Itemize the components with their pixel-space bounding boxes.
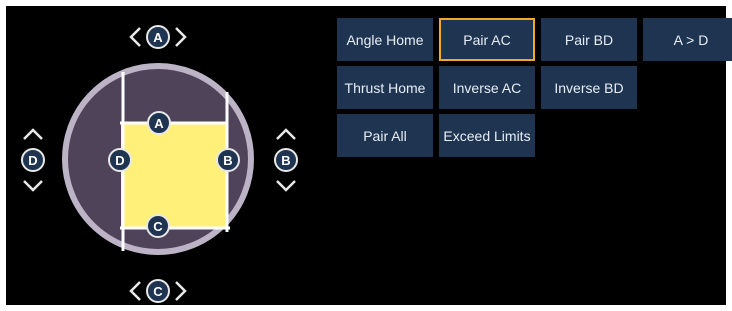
pair-all-button[interactable]: Pair All bbox=[337, 114, 433, 157]
pair-bd-button[interactable]: Pair BD bbox=[541, 18, 637, 61]
shutter-button-grid: Angle Home Pair AC Pair BD A > D Thrust … bbox=[337, 18, 732, 157]
angle-home-button[interactable]: Angle Home bbox=[337, 18, 433, 61]
inverse-ac-button[interactable]: Inverse AC bbox=[439, 66, 535, 109]
chevron-left-icon[interactable] bbox=[129, 281, 141, 301]
svg-text:C: C bbox=[153, 284, 163, 299]
chevron-right-icon[interactable] bbox=[175, 281, 187, 301]
svg-text:D: D bbox=[115, 153, 124, 168]
svg-text:A: A bbox=[154, 116, 164, 131]
beam-shape bbox=[121, 123, 227, 228]
outer-handle-c[interactable]: C bbox=[129, 279, 187, 303]
outer-handle-a[interactable]: A bbox=[129, 25, 187, 49]
shutter-control-panel: A D B C A C D B Angle Home Pair AC Pair … bbox=[6, 6, 732, 305]
svg-text:A: A bbox=[153, 30, 163, 45]
chevron-left-icon[interactable] bbox=[129, 27, 141, 47]
thrust-home-button[interactable]: Thrust Home bbox=[337, 66, 433, 109]
svg-text:D: D bbox=[28, 153, 37, 168]
exceed-limits-button[interactable]: Exceed Limits bbox=[439, 114, 535, 157]
pair-ac-button[interactable]: Pair AC bbox=[439, 18, 535, 61]
outer-handle-b[interactable]: B bbox=[274, 128, 298, 192]
chevron-down-icon[interactable] bbox=[23, 180, 43, 192]
svg-text:C: C bbox=[153, 219, 163, 234]
inverse-bd-button[interactable]: Inverse BD bbox=[541, 66, 637, 109]
svg-text:B: B bbox=[281, 153, 290, 168]
outer-handle-d[interactable]: D bbox=[21, 128, 45, 192]
shutter-diagram: A D B C A C D B bbox=[21, 25, 298, 303]
inner-handle-c[interactable]: C bbox=[146, 214, 170, 238]
inner-handle-d[interactable]: D bbox=[108, 148, 132, 172]
chevron-up-icon[interactable] bbox=[23, 128, 43, 140]
chevron-up-icon[interactable] bbox=[276, 128, 296, 140]
a-to-d-button[interactable]: A > D bbox=[643, 18, 732, 61]
inner-handle-a[interactable]: A bbox=[147, 111, 171, 135]
chevron-down-icon[interactable] bbox=[276, 180, 296, 192]
chevron-right-icon[interactable] bbox=[175, 27, 187, 47]
svg-text:B: B bbox=[223, 153, 232, 168]
inner-handle-b[interactable]: B bbox=[216, 148, 240, 172]
